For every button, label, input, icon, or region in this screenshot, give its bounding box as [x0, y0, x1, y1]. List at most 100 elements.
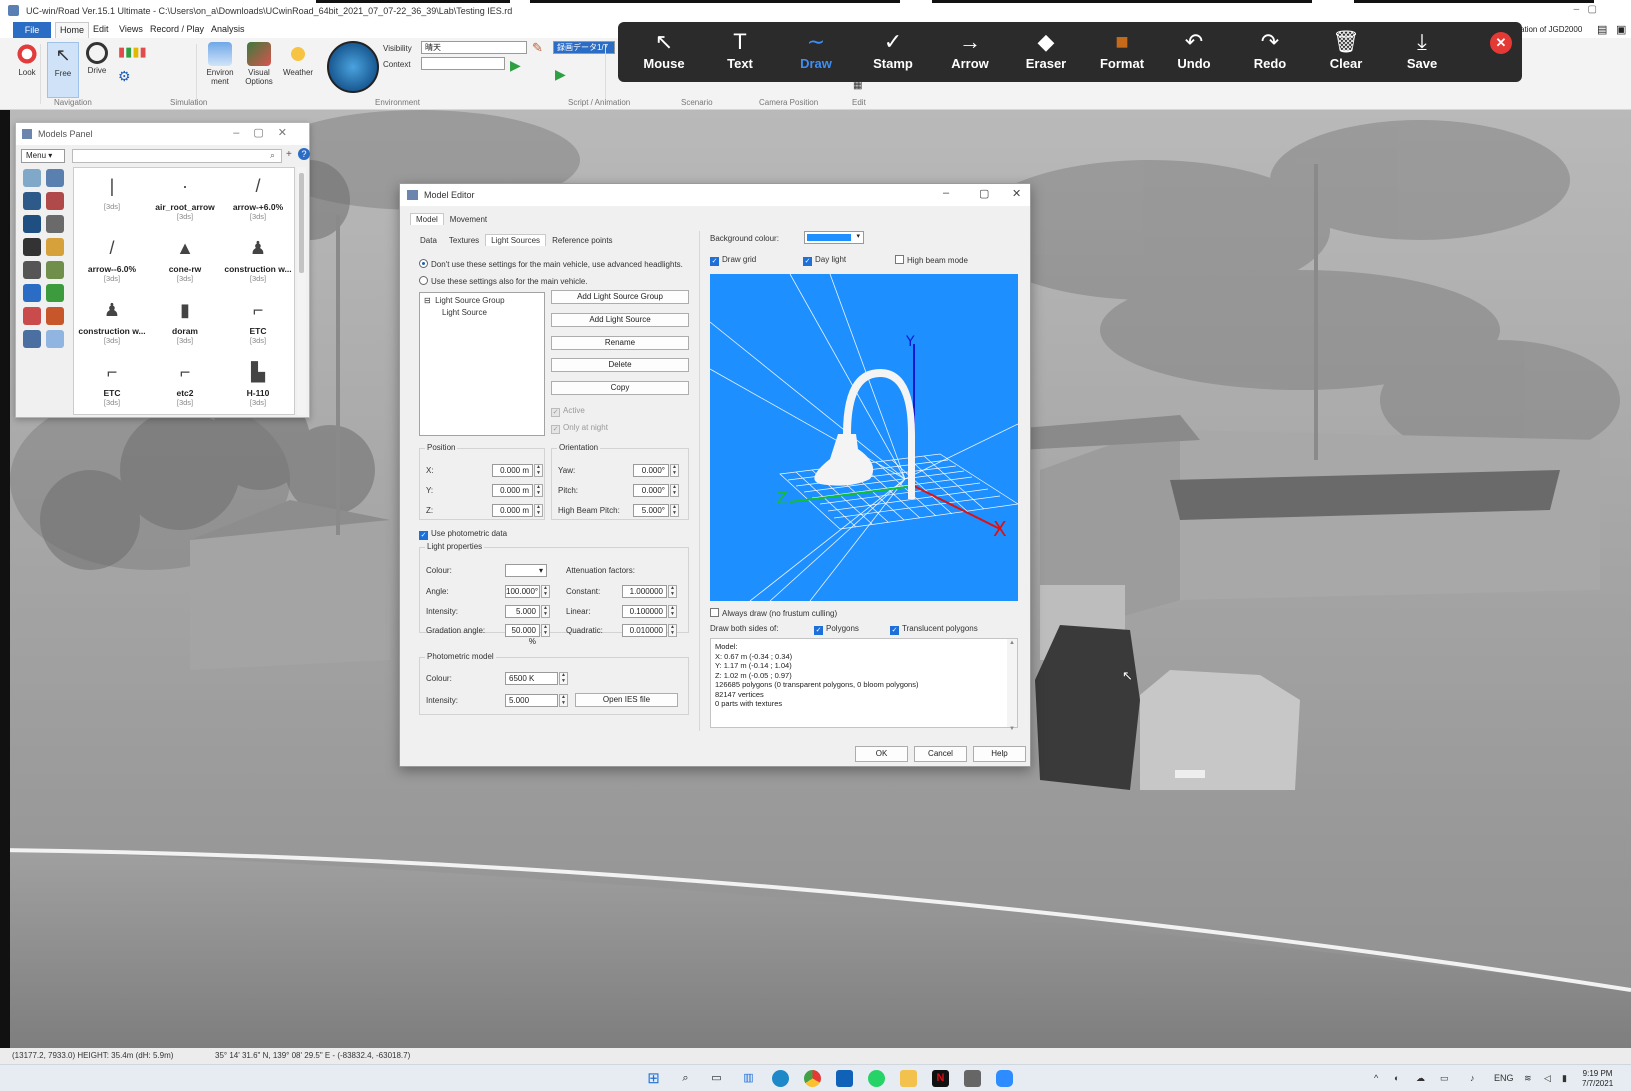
tab-reference-points[interactable]: Reference points	[546, 234, 618, 247]
category-icon[interactable]	[23, 261, 41, 279]
position-x-spinner[interactable]: ▲ ▼	[534, 464, 543, 477]
radio-button[interactable]	[419, 276, 428, 285]
linear-field[interactable]: 0.100000	[622, 605, 667, 618]
play-icon[interactable]: ▶	[510, 57, 521, 74]
ok-button[interactable]: OK	[855, 746, 908, 762]
edge-browser-icon[interactable]	[772, 1070, 789, 1087]
tab-model[interactable]: Model	[410, 213, 444, 225]
polygons-checkbox[interactable]: ✓ Polygons	[814, 624, 859, 635]
search-icon[interactable]: ⌕	[677, 1070, 694, 1087]
category-icon[interactable]	[46, 330, 64, 348]
high-beam-pitch-field[interactable]: 5.000°	[633, 504, 669, 517]
model-item[interactable]: ♟ construction w... [3ds]	[222, 232, 294, 283]
pitch-field[interactable]: 0.000°	[633, 484, 669, 497]
info-scrollbar[interactable]: ▲ ▼	[1007, 639, 1017, 732]
save-icon[interactable]: ▣	[1612, 23, 1630, 36]
tab-data[interactable]: Data	[414, 234, 443, 247]
tool-draw-button[interactable]: ∼ Draw	[784, 28, 848, 71]
position-z-field[interactable]: 0.000 m	[492, 504, 533, 517]
uc-win-road-icon[interactable]	[964, 1070, 981, 1087]
position-y-spinner[interactable]: ▲ ▼	[534, 484, 543, 497]
model-item[interactable]: ▲ cone-rw [3ds]	[149, 232, 221, 283]
pencil-icon[interactable]: ✎	[532, 40, 543, 56]
photometric-colour-field[interactable]: 6500 K	[505, 672, 558, 685]
light-colour-picker[interactable]: ▾	[505, 564, 547, 577]
comment-icon[interactable]: ▤	[1593, 23, 1611, 36]
high-beam-mode-checkbox[interactable]: High beam mode	[895, 255, 968, 265]
task-view-icon[interactable]: ▭	[708, 1070, 725, 1087]
category-icon[interactable]	[46, 284, 64, 302]
model-preview-3d[interactable]: Y X Z	[710, 274, 1018, 601]
time-of-day-dial[interactable]	[327, 41, 379, 93]
model-item[interactable]: / arrow--6.0% [3ds]	[76, 232, 148, 283]
environment-button[interactable]: Environ ment	[205, 42, 235, 86]
gradation-angle-spinner[interactable]: ▲ ▼	[541, 624, 550, 637]
model-item[interactable]: · air_root_arrow [3ds]	[149, 170, 221, 221]
window-controls[interactable]: ‒ ▢	[1574, 4, 1597, 15]
rename-button[interactable]: Rename	[551, 336, 689, 350]
model-item[interactable]: ⌐ ETC [3ds]	[76, 356, 148, 407]
add-light-source-button[interactable]: Add Light Source	[551, 313, 689, 327]
angle-spinner[interactable]: ▲ ▼	[541, 585, 550, 598]
menu-record-play[interactable]: Record / Play	[146, 24, 208, 34]
windows-start-icon[interactable]: ⊞	[645, 1070, 662, 1087]
checkbox[interactable]: ✓	[551, 425, 560, 434]
file-explorer-icon[interactable]	[900, 1070, 917, 1087]
widgets-icon[interactable]: ▥	[740, 1070, 757, 1087]
chrome-icon[interactable]	[804, 1070, 821, 1087]
maximize-icon[interactable]: ▢	[979, 187, 989, 200]
pitch-spinner[interactable]: ▲ ▼	[670, 484, 679, 497]
tab-light-sources[interactable]: Light Sources	[485, 234, 547, 246]
delete-button[interactable]: Delete	[551, 358, 689, 372]
search-icon[interactable]: ⌕	[270, 150, 275, 161]
language-indicator[interactable]: ENG	[1494, 1073, 1514, 1083]
model-item[interactable]: ⌐ ETC [3ds]	[222, 294, 294, 345]
outlook-icon[interactable]	[836, 1070, 853, 1087]
category-icon[interactable]	[23, 307, 41, 325]
active-checkbox[interactable]: ✓ Active	[551, 406, 585, 417]
category-icon[interactable]	[46, 261, 64, 279]
simulation-tools-icons[interactable]: ▮▮▮▮	[118, 44, 147, 60]
translucent-polygons-checkbox[interactable]: ✓ Translucent polygons	[890, 624, 978, 635]
open-ies-file-button[interactable]: Open IES file	[575, 693, 678, 707]
category-icon[interactable]	[23, 192, 41, 210]
constant-spinner[interactable]: ▲ ▼	[668, 585, 677, 598]
category-icon[interactable]	[23, 169, 41, 187]
model-item[interactable]: / arrow-+6.0% [3ds]	[222, 170, 294, 221]
tool-save-button[interactable]: ⤓ Save	[1390, 28, 1454, 71]
photometric-intensity-field[interactable]: 5.000	[505, 694, 558, 707]
intensity-field[interactable]: 5.000	[505, 605, 540, 618]
gradation-angle-field[interactable]: 50.000 %	[505, 624, 540, 646]
help-button[interactable]: Help	[973, 746, 1026, 762]
category-icon[interactable]	[23, 215, 41, 233]
tool-eraser-button[interactable]: ◆ Eraser	[1014, 28, 1078, 71]
models-menu-dropdown[interactable]: Menu ▾	[21, 149, 65, 163]
speaker-icon[interactable]: ◁	[1544, 1073, 1551, 1084]
category-icon[interactable]	[46, 169, 64, 187]
position-z-spinner[interactable]: ▲ ▼	[534, 504, 543, 517]
tab-movement[interactable]: Movement	[444, 213, 493, 226]
linear-spinner[interactable]: ▲ ▼	[668, 605, 677, 618]
checkbox[interactable]	[895, 255, 904, 264]
category-icon[interactable]	[23, 238, 41, 256]
menu-views[interactable]: Views	[115, 24, 147, 34]
draw-grid-checkbox[interactable]: ✓ Draw grid	[710, 255, 756, 266]
background-colour-picker[interactable]: ▾	[804, 231, 864, 244]
context-select[interactable]	[421, 57, 505, 70]
model-item[interactable]: ▮ doram [3ds]	[149, 294, 221, 345]
category-icon[interactable]	[46, 238, 64, 256]
category-icon[interactable]	[23, 284, 41, 302]
copy-button[interactable]: Copy	[551, 381, 689, 395]
taskbar-clock[interactable]: 9:19 PM 7/7/2021	[1582, 1069, 1613, 1089]
yaw-spinner[interactable]: ▲ ▼	[670, 464, 679, 477]
free-button[interactable]: ↖ Free	[47, 42, 79, 98]
checkbox[interactable]	[710, 608, 719, 617]
cancel-button[interactable]: Cancel	[914, 746, 967, 762]
models-search-input[interactable]	[72, 149, 282, 163]
drive-button[interactable]: Drive	[82, 42, 112, 75]
tool-redo-button[interactable]: ↷ Redo	[1238, 28, 1302, 71]
models-panel-window-controls[interactable]: ‒▢✕	[233, 126, 301, 139]
weather-button[interactable]: Weather	[283, 42, 313, 77]
play-script-icon[interactable]: ▶	[555, 66, 566, 83]
model-item[interactable]: ▙ H-110 [3ds]	[222, 356, 294, 407]
